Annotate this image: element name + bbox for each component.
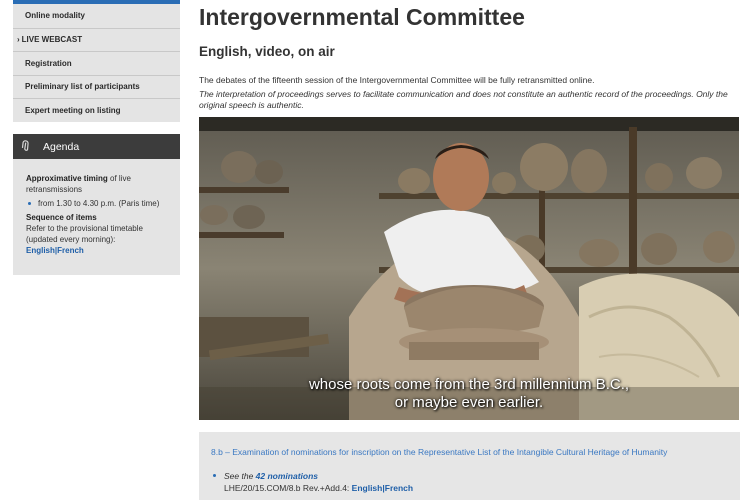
timing-bullet-text: from 1.30 to 4.30 p.m. (Paris time) [38,199,160,208]
document-reference: LHE/20/15.COM/8.b Rev.+Add.4: English|Fr… [224,482,413,494]
interpretation-note: The interpretation of proceedings serves… [199,89,728,110]
page-subtitle: English, video, on air [199,44,335,59]
bullet-icon [28,202,31,205]
nominations-link[interactable]: 42 nominations [256,471,318,481]
english-link[interactable]: English [26,246,55,255]
agenda-body: Approximative timing of live retransmiss… [13,159,180,275]
timing-bold: Approximative timing [26,174,108,183]
nav-item-label: Expert meeting on listing [25,105,121,115]
nav-item-registration[interactable]: Registration [13,51,180,75]
agenda-panel: Agenda Approximative timing of live retr… [13,134,180,275]
nav-item-label: LIVE WEBCAST [21,35,83,45]
doc-english-link[interactable]: English [352,483,383,493]
nav-item-expert-meeting[interactable]: Expert meeting on listing [13,98,180,122]
video-caption: whose roots come from the 3rd millennium… [199,376,739,412]
nominations-lines: See the 42 nominations LHE/20/15.COM/8.b… [224,470,413,494]
main-content: Intergovernmental Committee English, vid… [199,0,740,500]
agenda-item-box: 8.b – Examination of nominations for ins… [199,432,740,500]
agenda-header: Agenda [13,134,180,159]
lead-text: The debates of the fifteenth session of … [199,75,595,85]
nav-item-participants[interactable]: Preliminary list of participants [13,74,180,99]
bullet-icon [213,474,216,477]
agenda-lang-links: English|French [26,245,170,256]
sidebar-nav: Online modality › LIVE WEBCAST Registrat… [13,0,180,122]
nav-item-label: Registration [25,58,72,68]
paperclip-icon [18,137,38,157]
video-frame [199,117,739,420]
caption-line-1: whose roots come from the 3rd millennium… [308,376,630,393]
nav-item-label: Preliminary list of participants [25,82,140,92]
nominations-entry: See the 42 nominations LHE/20/15.COM/8.b… [211,470,728,494]
agenda-heading: Agenda [43,140,80,153]
see-nominations: See the 42 nominations [224,470,413,482]
page-title: Intergovernmental Committee [199,4,525,30]
sequence-heading: Sequence of items [26,213,97,222]
video-player[interactable]: whose roots come from the 3rd millennium… [199,117,739,420]
french-link[interactable]: French [57,246,84,255]
agenda-item-title: 8.b – Examination of nominations for ins… [211,447,668,457]
timing-bullet: from 1.30 to 4.30 p.m. (Paris time) [28,198,170,209]
caption-line-2: or maybe even earlier. [394,394,544,411]
timing-text: Approximative timing of live retransmiss… [26,173,170,195]
nav-item-label: Online modality [25,11,86,21]
chevron-right-icon: › [17,35,20,45]
doc-ref-text: LHE/20/15.COM/8.b Rev.+Add.4: [224,483,352,493]
nav-item-live-webcast[interactable]: › LIVE WEBCAST [13,27,180,52]
see-prefix: See the [224,471,256,481]
sequence-text: Refer to the provisional timetable (upda… [26,224,143,244]
doc-french-link[interactable]: French [385,483,413,493]
nav-list: Online modality › LIVE WEBCAST Registrat… [13,4,180,122]
nav-item-online-modality[interactable]: Online modality [13,4,180,28]
